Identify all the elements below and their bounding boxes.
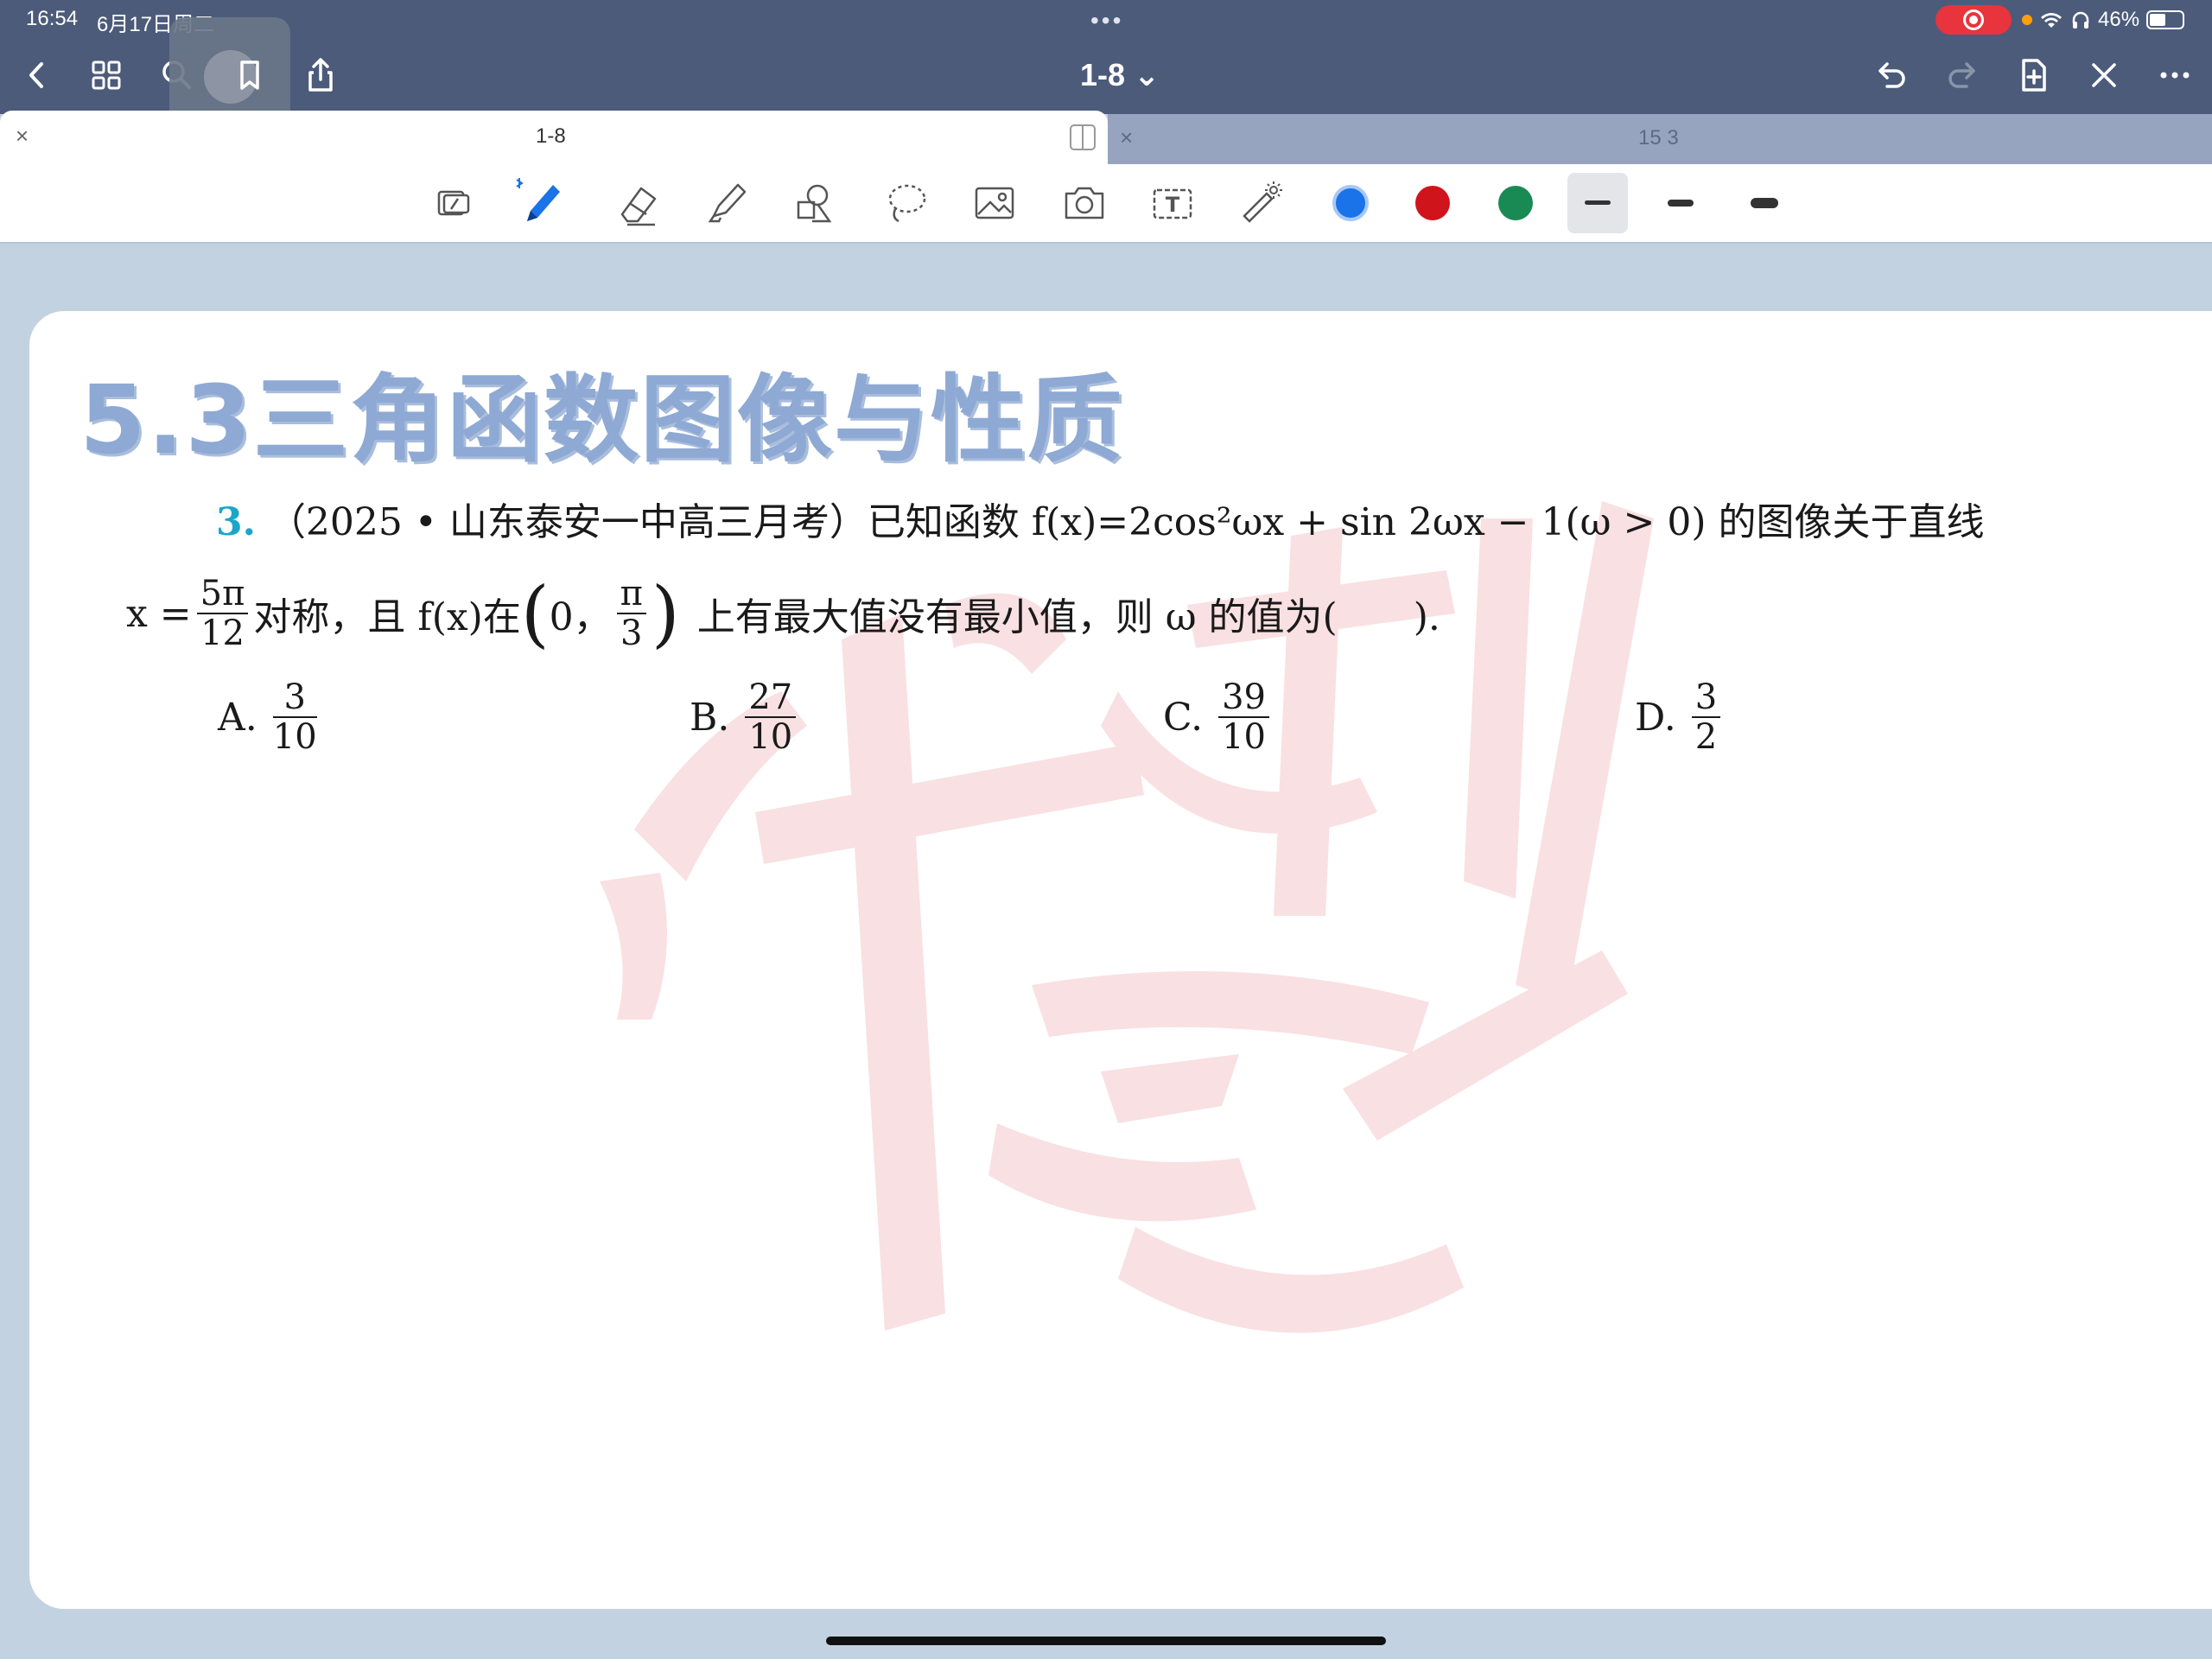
top-bar: 16:54 6月17日周二 ••• 46% 1-8 ⌄ [0,0,2212,138]
option-fraction: 27 10 [745,678,797,757]
image-icon[interactable] [968,176,1021,230]
svg-text:T: T [1166,193,1180,217]
color-swatch-red[interactable] [1415,186,1450,220]
question-text-1: （2025 • 山东泰安一中高三月考）已知函数 f(x)=2cos²ωx + s… [267,500,1985,544]
back-icon[interactable] [16,54,59,97]
record-icon [1963,10,1984,30]
option-fraction: 39 10 [1218,678,1269,756]
color-swatch-blue[interactable] [1332,185,1369,221]
option-letter: A. [218,695,257,740]
share-icon[interactable] [299,54,342,97]
option-c: C. 39 10 [1163,678,1274,756]
pen-settings-icon[interactable] [427,176,480,230]
stroke-width-thick[interactable] [1751,198,1778,208]
fraction-numerator: 3 [1691,678,1721,718]
document-title-dropdown[interactable]: 1-8 ⌄ [1080,57,1160,93]
fraction-denominator: 10 [272,717,317,757]
fraction-pi-3: π 3 [616,575,646,653]
tab-close-icon[interactable]: × [1120,124,1133,151]
interval-close-paren: ) [651,571,680,656]
grid-view-icon[interactable] [85,54,128,97]
bookmark-icon[interactable] [228,54,271,97]
tab-15-3[interactable]: × 15 3 [1108,114,2212,164]
fraction-denominator: 3 [620,613,643,653]
option-d: D. 3 2 [1635,678,1726,756]
option-fraction: 3 10 [272,678,317,757]
redo-icon[interactable] [1941,54,1984,97]
equation-x: x = [126,591,192,636]
more-icon[interactable] [2153,54,2196,97]
lasso-icon[interactable] [880,176,933,230]
pen-tool-icon[interactable] [515,176,569,230]
stroke-thin-icon [1585,200,1611,205]
question-text-2b: 上有最大值没有最小值，则 ω 的值为( ). [696,595,1440,639]
stroke-width-medium[interactable] [1668,200,1694,207]
battery-percent: 46% [2098,8,2140,31]
wifi-icon [2041,13,2062,28]
option-fraction: 3 2 [1691,678,1721,757]
battery-icon [2146,10,2185,29]
camera-icon[interactable] [1058,176,1111,230]
question-line-1: 3. （2025 • 山东泰安一中高三月考）已知函数 f(x)=2cos²ωx … [216,491,1985,546]
laser-pointer-icon[interactable] [1234,176,1287,230]
fraction-numerator: π [616,575,646,614]
home-indicator[interactable] [826,1637,1386,1645]
fraction-denominator: 10 [748,717,793,757]
annotation-toolbar: T [0,164,2212,242]
fraction-denominator: 10 [1222,717,1266,757]
interval-zero: 0， [549,595,612,639]
canvas-gutter [0,242,2212,273]
tab-label: 1-8 [536,124,566,148]
question-number: 3. [216,500,256,544]
question-text-2a: 对称，且 f(x)在 [253,595,521,639]
color-swatch-green[interactable] [1498,186,1533,220]
option-letter: D. [1635,695,1676,740]
fraction-numerator: 39 [1218,678,1269,718]
status-icons: 46% [2022,5,2185,35]
fraction-denominator: 12 [200,613,245,653]
tab-label: 15 3 [1638,126,1679,149]
option-letter: C. [1163,695,1204,740]
tab-close-icon[interactable]: × [16,123,29,149]
tab-1-8[interactable]: × 1-8 [0,111,1108,164]
undo-icon[interactable] [1870,54,1913,97]
document-page[interactable]: 5.3三角函数图像与性质 3. （2025 • 山东泰安一中高三月考）已知函数 … [29,311,2212,1609]
headphones-icon [2072,11,2089,29]
interval-open-paren: ( [520,571,550,656]
shapes-icon[interactable] [788,176,842,230]
screen-record-indicator[interactable] [1936,5,2012,35]
fraction-numerator: 3 [272,678,317,718]
close-edit-icon[interactable] [2082,54,2126,97]
text-box-icon[interactable]: T [1146,176,1199,230]
fraction-denominator: 2 [1694,717,1718,757]
option-a: A. 3 10 [218,678,322,756]
option-letter: B. [690,695,730,740]
page-heading: 5.3三角函数图像与性质 [79,365,1124,475]
fraction-numerator: 27 [745,678,797,718]
status-time: 16:54 [26,7,79,30]
fraction-5pi-12: 5π 12 [196,575,249,653]
highlighter-icon[interactable] [700,176,753,230]
option-b: B. 27 10 [690,678,801,756]
mic-indicator-icon [2022,15,2032,25]
multitasking-dots[interactable]: ••• [1090,9,1123,33]
fraction-numerator: 5π [196,575,249,614]
add-page-icon[interactable] [2012,54,2055,97]
question-line-2: x = 5π 12 对称，且 f(x)在 ( 0， π 3 ) 上有最大值没有最… [126,562,1440,665]
split-view-icon[interactable] [1070,124,1096,150]
eraser-icon[interactable] [612,176,665,230]
